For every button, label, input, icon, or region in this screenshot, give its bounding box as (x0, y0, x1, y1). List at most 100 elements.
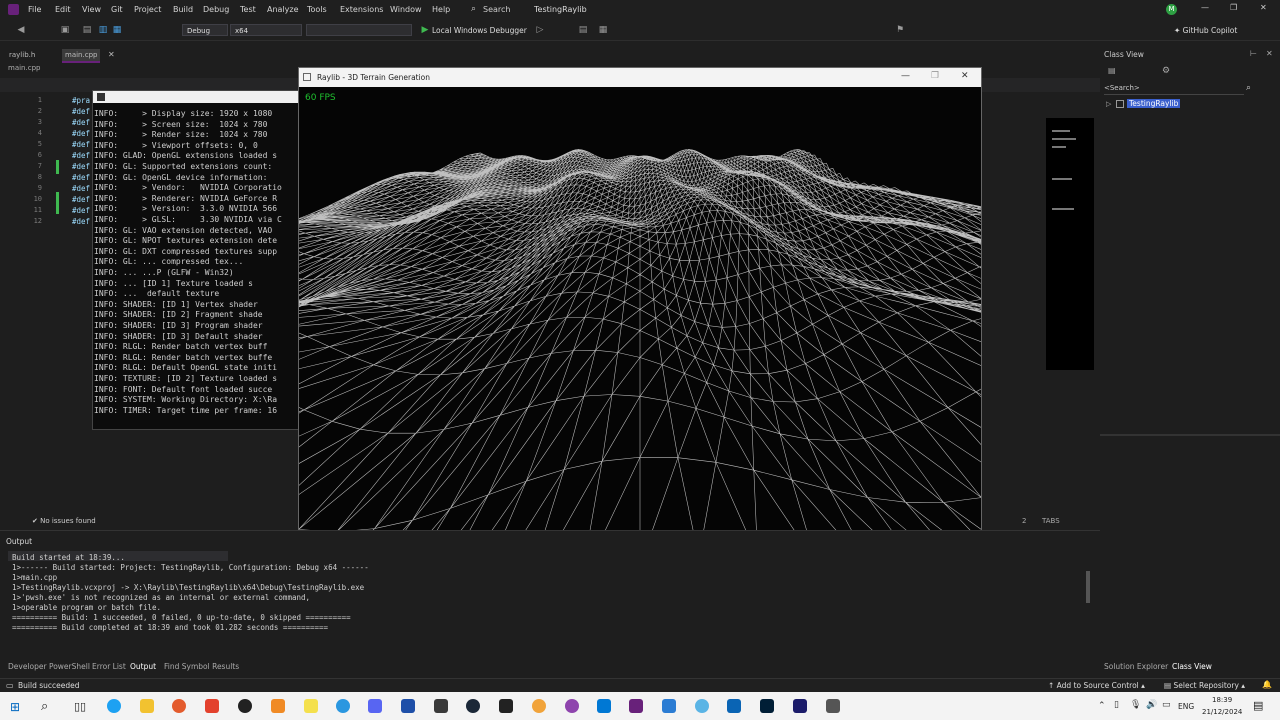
save-all-icon[interactable]: ▦ (112, 25, 122, 35)
bottom-tab[interactable]: Find Symbol Results (164, 662, 239, 671)
maximize-icon[interactable]: ❐ (1230, 3, 1237, 12)
raylib-minimize-icon[interactable]: — (901, 71, 910, 81)
start-debugging-button[interactable]: Local Windows Debugger (432, 26, 527, 35)
close-icon[interactable]: ✕ (1260, 3, 1267, 12)
clock-date[interactable]: 21/12/2024 (1202, 708, 1242, 716)
git-icon[interactable] (205, 699, 219, 713)
discord-icon[interactable] (368, 699, 382, 713)
menu-item-analyze[interactable]: Analyze (267, 5, 299, 14)
minimize-icon[interactable]: — (1201, 3, 1209, 12)
task-view-icon[interactable]: ▯▯ (74, 700, 86, 713)
microphone-icon[interactable]: 🎙 (1130, 700, 1141, 710)
tab-raylib-h[interactable]: raylib.h (6, 49, 38, 61)
pin-icon[interactable]: ⊢ (1250, 49, 1257, 58)
tab-main-cpp[interactable]: main.cpp (62, 49, 101, 63)
app-icon[interactable] (304, 699, 318, 713)
terminal-icon[interactable] (434, 699, 448, 713)
tray-icon[interactable]: ▯ (1114, 700, 1119, 710)
firefox-icon[interactable] (172, 699, 186, 713)
tray-overflow-icon[interactable]: ⌃ (1098, 701, 1106, 711)
configuration-dropdown[interactable]: Debug (182, 24, 228, 36)
output-scrollbar[interactable] (1086, 571, 1090, 603)
hot-reload-icon[interactable]: ▤ (578, 25, 588, 35)
steam-icon[interactable] (466, 699, 480, 713)
class-tree-node[interactable]: TestingRaylib (1127, 99, 1181, 108)
bottom-tab[interactable]: Error List (92, 662, 126, 671)
clock-time[interactable]: 18:39 (1212, 696, 1232, 704)
menu-item-debug[interactable]: Debug (203, 5, 229, 14)
avatar[interactable]: M (1166, 4, 1177, 15)
menu-item-build[interactable]: Build (173, 5, 193, 14)
blender-icon[interactable] (532, 699, 546, 713)
class-search-icon[interactable]: ⌕ (1246, 83, 1251, 93)
notifications-icon[interactable]: 🔔 (1262, 680, 1272, 689)
issues-indicator[interactable]: ✔ No issues found (32, 517, 162, 527)
raylib-maximize-icon[interactable]: ❐ (931, 71, 939, 81)
taskbar-search-icon[interactable]: ⌕ (41, 699, 48, 714)
console-title-bar[interactable] (93, 91, 303, 103)
minimap[interactable] (1046, 118, 1094, 370)
app-icon[interactable] (401, 699, 415, 713)
tabs-indicator[interactable]: TABS (1042, 517, 1060, 525)
menu-item-git[interactable]: Git (111, 5, 123, 14)
back-icon[interactable]: ◀ (16, 25, 26, 35)
menu-item-help[interactable]: Help (432, 5, 450, 14)
app-icon[interactable] (793, 699, 807, 713)
bottom-tab[interactable]: Output (130, 662, 156, 671)
app-icon[interactable] (826, 699, 840, 713)
bottom-tab[interactable]: Developer PowerShell (8, 662, 90, 671)
menu-item-project[interactable]: Project (134, 5, 161, 14)
obs-icon[interactable] (238, 699, 252, 713)
raylib-window[interactable]: Raylib - 3D Terrain Generation — ❐ ✕ 60 … (298, 67, 982, 607)
app-icon[interactable] (565, 699, 579, 713)
play-icon[interactable]: ▶ (420, 25, 430, 35)
app-icon[interactable] (271, 699, 285, 713)
vscode-icon[interactable] (597, 699, 611, 713)
startup-project-dropdown[interactable] (306, 24, 412, 36)
settings-icon[interactable]: ⚙ (1162, 66, 1170, 76)
app-icon[interactable] (727, 699, 741, 713)
volume-icon[interactable]: 🔊 (1146, 700, 1157, 710)
menu-item-file[interactable]: File (28, 5, 41, 14)
network-icon[interactable]: ▭ (1162, 700, 1171, 710)
app-icon[interactable] (695, 699, 709, 713)
platform-dropdown[interactable]: x64 (230, 24, 302, 36)
panel-close-icon[interactable]: ✕ (1266, 49, 1273, 58)
menu-item-tools[interactable]: Tools (307, 5, 327, 14)
photoshop-icon[interactable] (760, 699, 774, 713)
visual-studio-icon[interactable] (629, 699, 643, 713)
start-without-debugging-icon[interactable]: ▷ (535, 25, 545, 35)
new-folder-icon[interactable]: ▤ (1108, 66, 1116, 75)
expand-arrow-icon[interactable]: ▷ (1106, 100, 1111, 108)
language-indicator[interactable]: ENG (1178, 702, 1194, 711)
menu-item-test[interactable]: Test (240, 5, 256, 14)
right-panel-tab[interactable]: Solution Explorer (1104, 662, 1168, 671)
select-repository-button[interactable]: ▤ Select Repository ▴ (1164, 681, 1245, 690)
new-item-icon[interactable]: ▣ (60, 25, 70, 35)
close-tab-icon[interactable]: ✕ (108, 50, 115, 59)
raylib-title-bar[interactable]: Raylib - 3D Terrain Generation — ❐ ✕ (299, 68, 981, 87)
file-explorer-icon[interactable] (140, 699, 154, 713)
search-icon[interactable]: ⌕ (471, 4, 476, 14)
menu-item-edit[interactable]: Edit (55, 5, 71, 14)
search-box[interactable]: Search (483, 5, 510, 14)
menu-item-window[interactable]: Window (390, 5, 422, 14)
menu-item-view[interactable]: View (82, 5, 101, 14)
class-search-input[interactable]: <Search> (1104, 84, 1244, 95)
terrain-viewport[interactable]: 60 FPS (299, 87, 981, 606)
open-icon[interactable]: ▤ (82, 25, 92, 35)
github-copilot-button[interactable]: ✦ GitHub Copilot (1174, 26, 1237, 35)
save-icon[interactable]: ▥ (98, 25, 108, 35)
start-menu-icon[interactable]: ⊞ (10, 700, 20, 714)
bookmark-icon[interactable]: ⚑ (895, 25, 905, 35)
app-icon[interactable] (662, 699, 676, 713)
app-icon[interactable] (336, 699, 350, 713)
notification-center-icon[interactable]: ▤ (1253, 699, 1263, 712)
edge-icon[interactable] (107, 699, 121, 713)
raylib-close-icon[interactable]: ✕ (961, 71, 969, 81)
layout-icon[interactable]: ▦ (598, 25, 608, 35)
right-panel-tab[interactable]: Class View (1172, 662, 1212, 671)
console-window[interactable]: INFO: > Display size: 1920 x 1080 INFO: >… (92, 90, 304, 430)
menu-item-extensions[interactable]: Extensions (340, 5, 383, 14)
add-to-source-control-button[interactable]: ↑ Add to Source Control ▴ (1048, 681, 1145, 690)
